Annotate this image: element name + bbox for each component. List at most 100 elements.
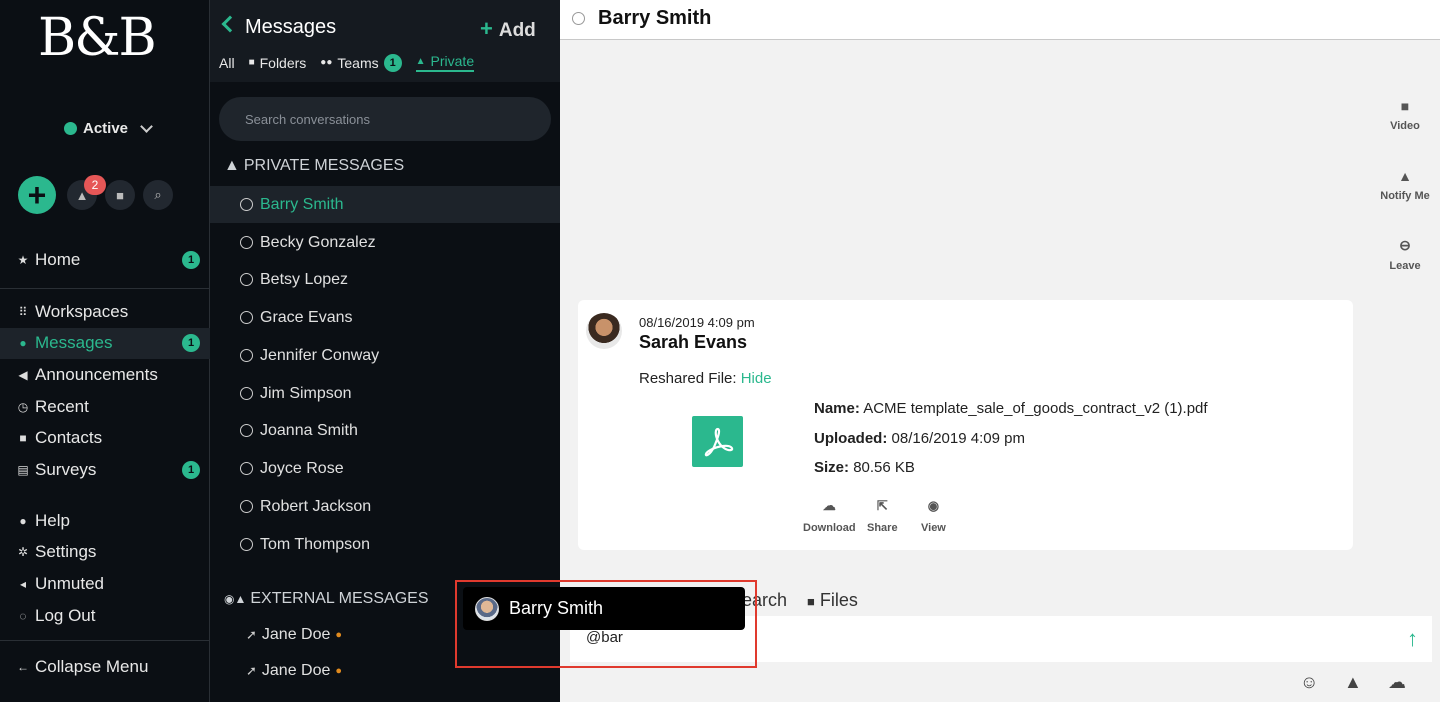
status-selector[interactable]: Active [64,120,153,137]
status-dot [64,122,77,135]
nav-item-label: Unmuted [35,573,104,593]
action-label: Video [1390,120,1420,132]
nav-item-messages[interactable]: ● Messages 1 [0,327,210,360]
divider [0,640,210,641]
history-icon: ◷ [17,399,29,414]
collapse-menu-button[interactable]: ← Collapse Menu [0,651,210,683]
app: B&B Active + ▲ 2 ■ ⌕ ★ Home 1 ⠿ Workspac… [0,0,1440,702]
leave-icon: ⊖ [1399,237,1411,253]
hide-link[interactable]: Hide [741,370,772,387]
conversation-item[interactable]: Joyce Rose [210,450,560,487]
nav-badge: 1 [182,334,200,353]
reshared-label: Reshared File: [639,370,737,387]
main-nav: B&B Active + ▲ 2 ■ ⌕ ★ Home 1 ⠿ Workspac… [0,0,210,702]
file-name-row: Name: ACME template_sale_of_goods_contra… [814,400,1208,417]
nav-list-bottom: ● Help ✲ Settings ◂ Unmuted ◌ Log Out [0,505,210,631]
send-icon: ➚ [246,663,257,678]
conversation-item[interactable]: Tom Thompson [210,526,560,563]
conversation-title: Messages [245,16,337,38]
heading-label: PRIVATE MESSAGES [243,157,405,174]
nav-item-recent[interactable]: ◷ Recent [0,391,210,423]
conversation-item[interactable]: Jim Simpson [210,375,560,412]
avatar[interactable] [586,313,622,349]
view-button[interactable]: ◉ View [921,498,946,534]
nav-item-surveys[interactable]: ▤ Surveys 1 [0,454,210,486]
back-arrow-icon[interactable] [221,15,239,33]
nav-item-logout[interactable]: ◌ Log Out [0,600,210,632]
nav-item-label: Contacts [35,428,103,448]
nav-item-workspaces[interactable]: ⠿ Workspaces [0,296,210,328]
search-icon[interactable]: ⌕ [143,180,173,210]
heading-label: EXTERNAL MESSAGES [250,590,429,607]
cloud-upload-icon[interactable]: ☁ [1388,672,1406,693]
nav-list-main: ⠿ Workspaces ● Messages 1 ◀ Announcement… [0,296,210,486]
conversation-filters: All ■ Folders ●● Teams 1 ▲ Private [219,53,475,72]
new-button[interactable]: + [18,176,56,214]
add-button[interactable]: + Add [480,16,536,42]
message-author[interactable]: Sarah Evans [639,332,747,353]
notify-me-button[interactable]: ▲ Notify Me [1365,168,1440,202]
conversation-name: Joyce Rose [260,459,344,477]
leave-button[interactable]: ⊖ Leave [1365,237,1440,272]
conversation-name: Jennifer Conway [260,346,380,364]
filter-label: Folders [259,54,307,71]
video-icon: ■ [1400,98,1410,114]
presence-circle-icon [240,538,253,551]
filter-private[interactable]: ▲ Private [415,53,475,72]
nav-item-unmuted[interactable]: ◂ Unmuted [0,568,210,600]
grid-icon: ⠿ [18,304,28,319]
nav-list-top: ★ Home 1 [0,244,210,276]
pdf-file-icon[interactable] [692,416,743,467]
external-conversation-item[interactable]: ➚ Jane Doe ● [246,626,342,644]
tab-files[interactable]: ■ Files [807,590,858,611]
conversation-name: Jim Simpson [260,384,352,402]
emoji-icon[interactable]: ☺ [1300,672,1318,693]
conversation-item[interactable]: Grace Evans [210,299,560,336]
star-icon: ★ [17,252,29,267]
download-button[interactable]: ☁ Download [803,498,856,534]
conversation-name: Grace Evans [260,308,353,326]
teams-badge: 1 [383,53,402,72]
conversation-item[interactable]: Robert Jackson [210,488,560,525]
nav-item-announcements[interactable]: ◀ Announcements [0,359,210,391]
nav-item-label: Home [35,249,81,269]
nav-item-label: Recent [35,396,89,416]
presence-circle-icon [240,462,253,475]
nav-item-settings[interactable]: ✲ Settings [0,537,210,569]
alert-badge: 2 [84,175,106,195]
chat-header: Barry Smith [560,0,1440,40]
nav-item-home[interactable]: ★ Home 1 [0,244,210,276]
alert-triangle-icon[interactable]: ▲ [1344,672,1362,693]
folder-icon: ■ [807,594,815,609]
chat-title: Barry Smith [598,7,712,29]
search-conversations-input[interactable]: Search conversations [219,97,551,141]
conversation-item[interactable]: Becky Gonzalez [210,224,560,261]
nav-item-label: Workspaces [35,301,129,321]
contacts-icon: ■ [19,431,27,446]
external-conversation-item[interactable]: ➚ Jane Doe ● [246,662,342,680]
video-icon[interactable]: ■ [105,180,135,210]
filter-teams[interactable]: ●● Teams 1 [320,53,402,72]
field-label: Uploaded: [814,430,888,447]
filter-folders[interactable]: ■ Folders [249,53,307,72]
divider [0,288,210,289]
conversation-item[interactable]: Jennifer Conway [210,337,560,374]
clipboard-icon: ▤ [17,462,29,477]
filter-all[interactable]: All [219,53,235,72]
nav-item-label: Messages [35,333,113,353]
file-size: 80.56 KB [853,459,915,476]
conversation-item[interactable]: Barry Smith [210,186,560,223]
conversation-item[interactable]: Betsy Lopez [210,261,560,298]
bell-icon: ▲ [1398,168,1412,184]
external-person-icon: ◉▲ [224,592,247,606]
conversation-header: Messages + Add All ■ Folders ●● Teams 1 ▲ Pri… [210,0,560,82]
conversation-item[interactable]: Joanna Smith [210,412,560,449]
person-icon: ▲ [415,55,426,67]
send-arrow-icon[interactable]: ↑ [1407,626,1418,652]
nav-item-help[interactable]: ● Help [0,505,210,537]
share-button[interactable]: ⇱ Share [867,498,898,534]
chevron-down-icon [140,120,153,133]
video-button[interactable]: ■ Video [1365,98,1440,132]
nav-item-label: Help [35,510,70,530]
nav-item-contacts[interactable]: ■ Contacts [0,422,210,454]
